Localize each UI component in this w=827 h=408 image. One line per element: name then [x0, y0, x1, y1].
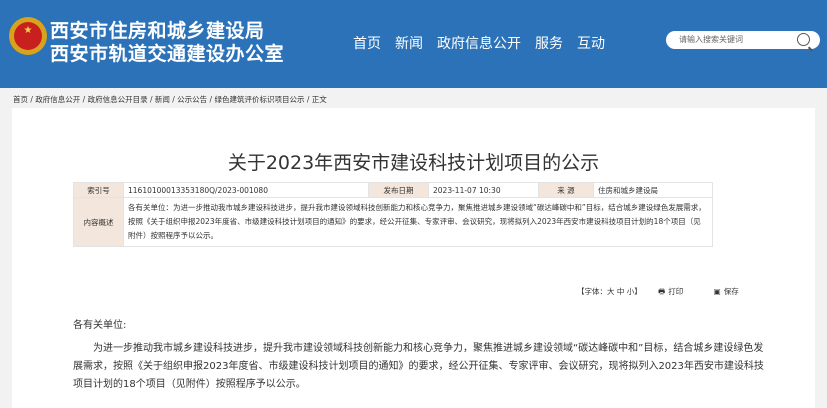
- date-label: 发布日期: [368, 182, 429, 198]
- source-value: 住房和城乡建设局: [593, 182, 713, 198]
- summary-value: 各有关单位：为进一步推动我市城乡建设科技进步，提升我市建设领域科技创新能力和核心…: [123, 197, 713, 247]
- article-panel: 关于2023年西安市建设科技计划项目的公示 索引号 11610100013353…: [12, 108, 815, 408]
- save-button[interactable]: ▣ 保存: [714, 287, 753, 296]
- search-box[interactable]: 请输入搜索关键词: [666, 31, 820, 49]
- nav-news[interactable]: 新闻: [395, 33, 423, 53]
- index-value: 11610100013353180Q/2023-001080: [123, 182, 369, 198]
- font-size-switch[interactable]: 【字体：大 中 小】: [577, 287, 642, 296]
- print-button[interactable]: 🖶 打印: [658, 287, 697, 296]
- nav-gov-info[interactable]: 政府信息公开: [437, 33, 521, 53]
- article-title: 关于2023年西安市建设科技计划项目的公示: [227, 152, 600, 174]
- search-input[interactable]: 请输入搜索关键词: [679, 34, 743, 45]
- nav-home[interactable]: 首页: [353, 33, 381, 53]
- breadcrumb[interactable]: 首页 / 政府信息公开 / 政府信息公开目录 / 新闻 / 公示公告 / 绿色建…: [13, 94, 327, 105]
- article-tools: 【字体：大 中 小】 🖶 打印 ▣ 保存: [577, 286, 767, 299]
- date-value: 2023-11-07 10:30: [428, 182, 539, 198]
- summary-label: 内容概述: [73, 197, 124, 247]
- nav-service[interactable]: 服务: [535, 33, 563, 53]
- national-emblem-icon: ★: [9, 17, 47, 55]
- search-icon[interactable]: [797, 33, 810, 46]
- save-label: 保存: [723, 287, 739, 296]
- source-label: 来 源: [538, 182, 594, 198]
- nav-interact[interactable]: 互动: [577, 33, 605, 53]
- save-icon: ▣: [713, 287, 721, 296]
- article-paragraph: 为进一步推动我市城乡建设科技进步，提升我市建设领域科技创新能力和核心竞争力，聚焦…: [73, 343, 764, 390]
- main-nav: 首页 新闻 政府信息公开 服务 互动: [353, 33, 619, 53]
- org-name-line2[interactable]: 西安市轨道交通建设办公室: [50, 39, 284, 66]
- print-label: 打印: [668, 287, 684, 296]
- print-icon: 🖶: [658, 287, 666, 296]
- salutation: 各有关单位:: [73, 320, 127, 331]
- index-label: 索引号: [73, 182, 124, 198]
- site-header: ★ 西安市住房和城乡建设局 西安市轨道交通建设办公室 首页 新闻 政府信息公开 …: [0, 0, 827, 88]
- article-meta-table: 索引号 11610100013353180Q/2023-001080 发布日期 …: [73, 182, 713, 247]
